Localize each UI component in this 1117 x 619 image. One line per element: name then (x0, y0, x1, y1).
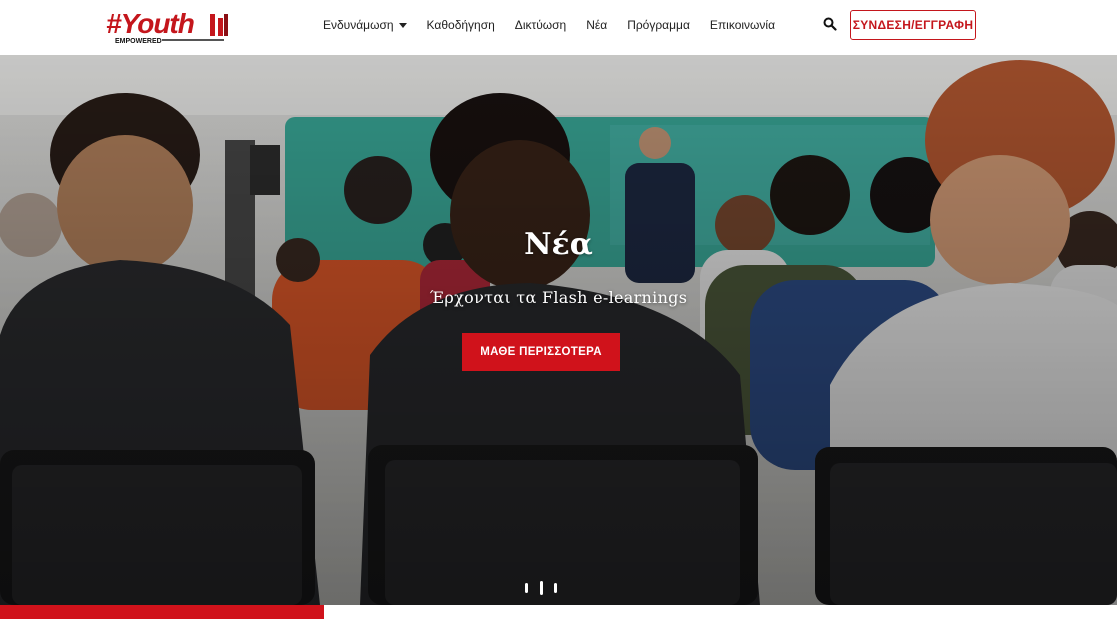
caret-down-icon (398, 22, 407, 28)
slider-indicators (525, 581, 557, 595)
nav-item-mentoring[interactable]: Καθοδήγηση (427, 18, 495, 32)
nav-item-label: Νέα (586, 18, 608, 32)
nav-item-news[interactable]: Νέα (586, 18, 607, 32)
hero-slider: Νέα Έρχονται τα Flash e-learnings ΜΑΘΕ Π… (0, 55, 1117, 605)
slider-progress-track (0, 605, 1117, 619)
brand-logo[interactable]: #Youth EMPOWERED (106, 6, 230, 46)
nav-item-label: Ενδυνάμωση (323, 18, 394, 32)
slide-indicator-active[interactable] (539, 581, 543, 595)
nav-item-contact[interactable]: Επικοινωνία (710, 18, 775, 32)
nav-item-empowerment[interactable]: Ενδυνάμωση (323, 18, 407, 32)
site-header: #Youth EMPOWERED Ενδυνάμωση Καθοδήγηση Δ… (0, 0, 1117, 55)
svg-text:EMPOWERED: EMPOWERED (115, 38, 162, 45)
nav-item-label: Καθοδήγηση (426, 18, 495, 32)
main-nav: Ενδυνάμωση Καθοδήγηση Δικτύωση Νέα Πρόγρ… (323, 0, 795, 50)
hero-title: Νέα (524, 227, 593, 262)
slider-progress-bar (0, 605, 324, 619)
slide-indicator[interactable] (554, 583, 557, 593)
hero-subtitle: Έρχονται τα Flash e-learnings (429, 288, 688, 307)
svg-text:#Youth: #Youth (106, 8, 194, 39)
nav-item-label: Επικοινωνία (709, 18, 776, 32)
hero-overlay (0, 55, 1117, 605)
learn-more-button[interactable]: ΜΑΘΕ ΠΕΡΙΣΣΟΤΕΡΑ (462, 333, 620, 371)
nav-item-program[interactable]: Πρόγραμμα (627, 18, 690, 32)
nav-item-label: Δικτύωση (514, 18, 567, 32)
nav-item-networking[interactable]: Δικτύωση (515, 18, 566, 32)
login-register-button[interactable]: ΣΥΝΔΕΣΗ/ΕΓΓΡΑΦΗ (850, 10, 976, 40)
nav-item-label: Πρόγραμμα (627, 18, 690, 32)
slide-indicator[interactable] (525, 583, 528, 593)
search-icon[interactable] (823, 17, 837, 31)
